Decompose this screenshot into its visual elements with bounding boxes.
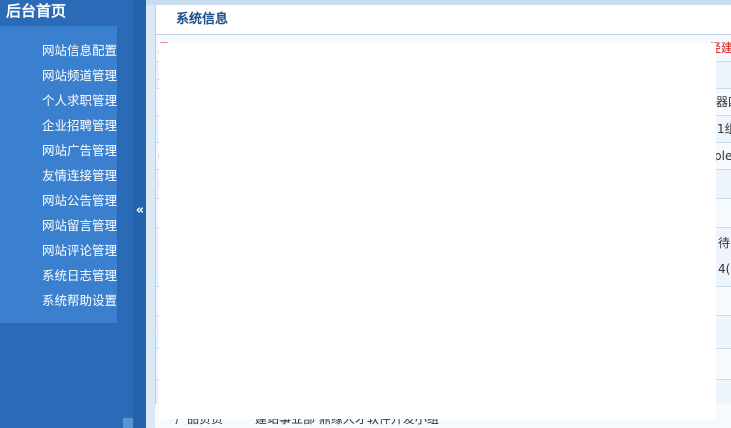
sidebar-item-logs[interactable]: 系统日志管理 — [0, 263, 117, 288]
row-right-fragment: 器四 — [716, 95, 731, 109]
sidebar: 后台首页 网站信息配置 网站频道管理 个人求职管理 企业招聘管理 网站广告管理 … — [0, 0, 146, 428]
row-right-fragment: 4( — [718, 262, 731, 276]
sidebar-menu: 网站信息配置 网站频道管理 个人求职管理 企业招聘管理 网站广告管理 友情连接管… — [0, 26, 117, 323]
row-right-fragment: 待 — [718, 236, 731, 250]
sidebar-item-friend-links[interactable]: 友情连接管理 — [0, 163, 117, 188]
panel-header: 系统信息 — [156, 5, 731, 35]
loading-overlay — [159, 43, 716, 419]
sidebar-item-site-info[interactable]: 网站信息配置 — [0, 38, 117, 63]
row-right-fragment: ple — [714, 149, 731, 163]
panel-title: 系统信息 — [176, 12, 229, 27]
collapse-sidebar-icon[interactable]: « — [134, 203, 146, 219]
row-right-fragment: 1组 — [717, 122, 731, 136]
sidebar-item-job-seekers[interactable]: 个人求职管理 — [0, 88, 117, 113]
sidebar-item-messages[interactable]: 网站留言管理 — [0, 213, 117, 238]
sidebar-item-recruitment[interactable]: 企业招聘管理 — [0, 113, 117, 138]
sidebar-title[interactable]: 后台首页 — [0, 0, 146, 26]
sidebar-item-announcements[interactable]: 网站公告管理 — [0, 188, 117, 213]
sidebar-item-channels[interactable]: 网站频道管理 — [0, 63, 117, 88]
sidebar-item-comments[interactable]: 网站评论管理 — [0, 238, 117, 263]
sidebar-item-ads[interactable]: 网站广告管理 — [0, 138, 117, 163]
sidebar-item-help[interactable]: 系统帮助设置 — [0, 288, 117, 313]
corner-box — [123, 418, 133, 428]
